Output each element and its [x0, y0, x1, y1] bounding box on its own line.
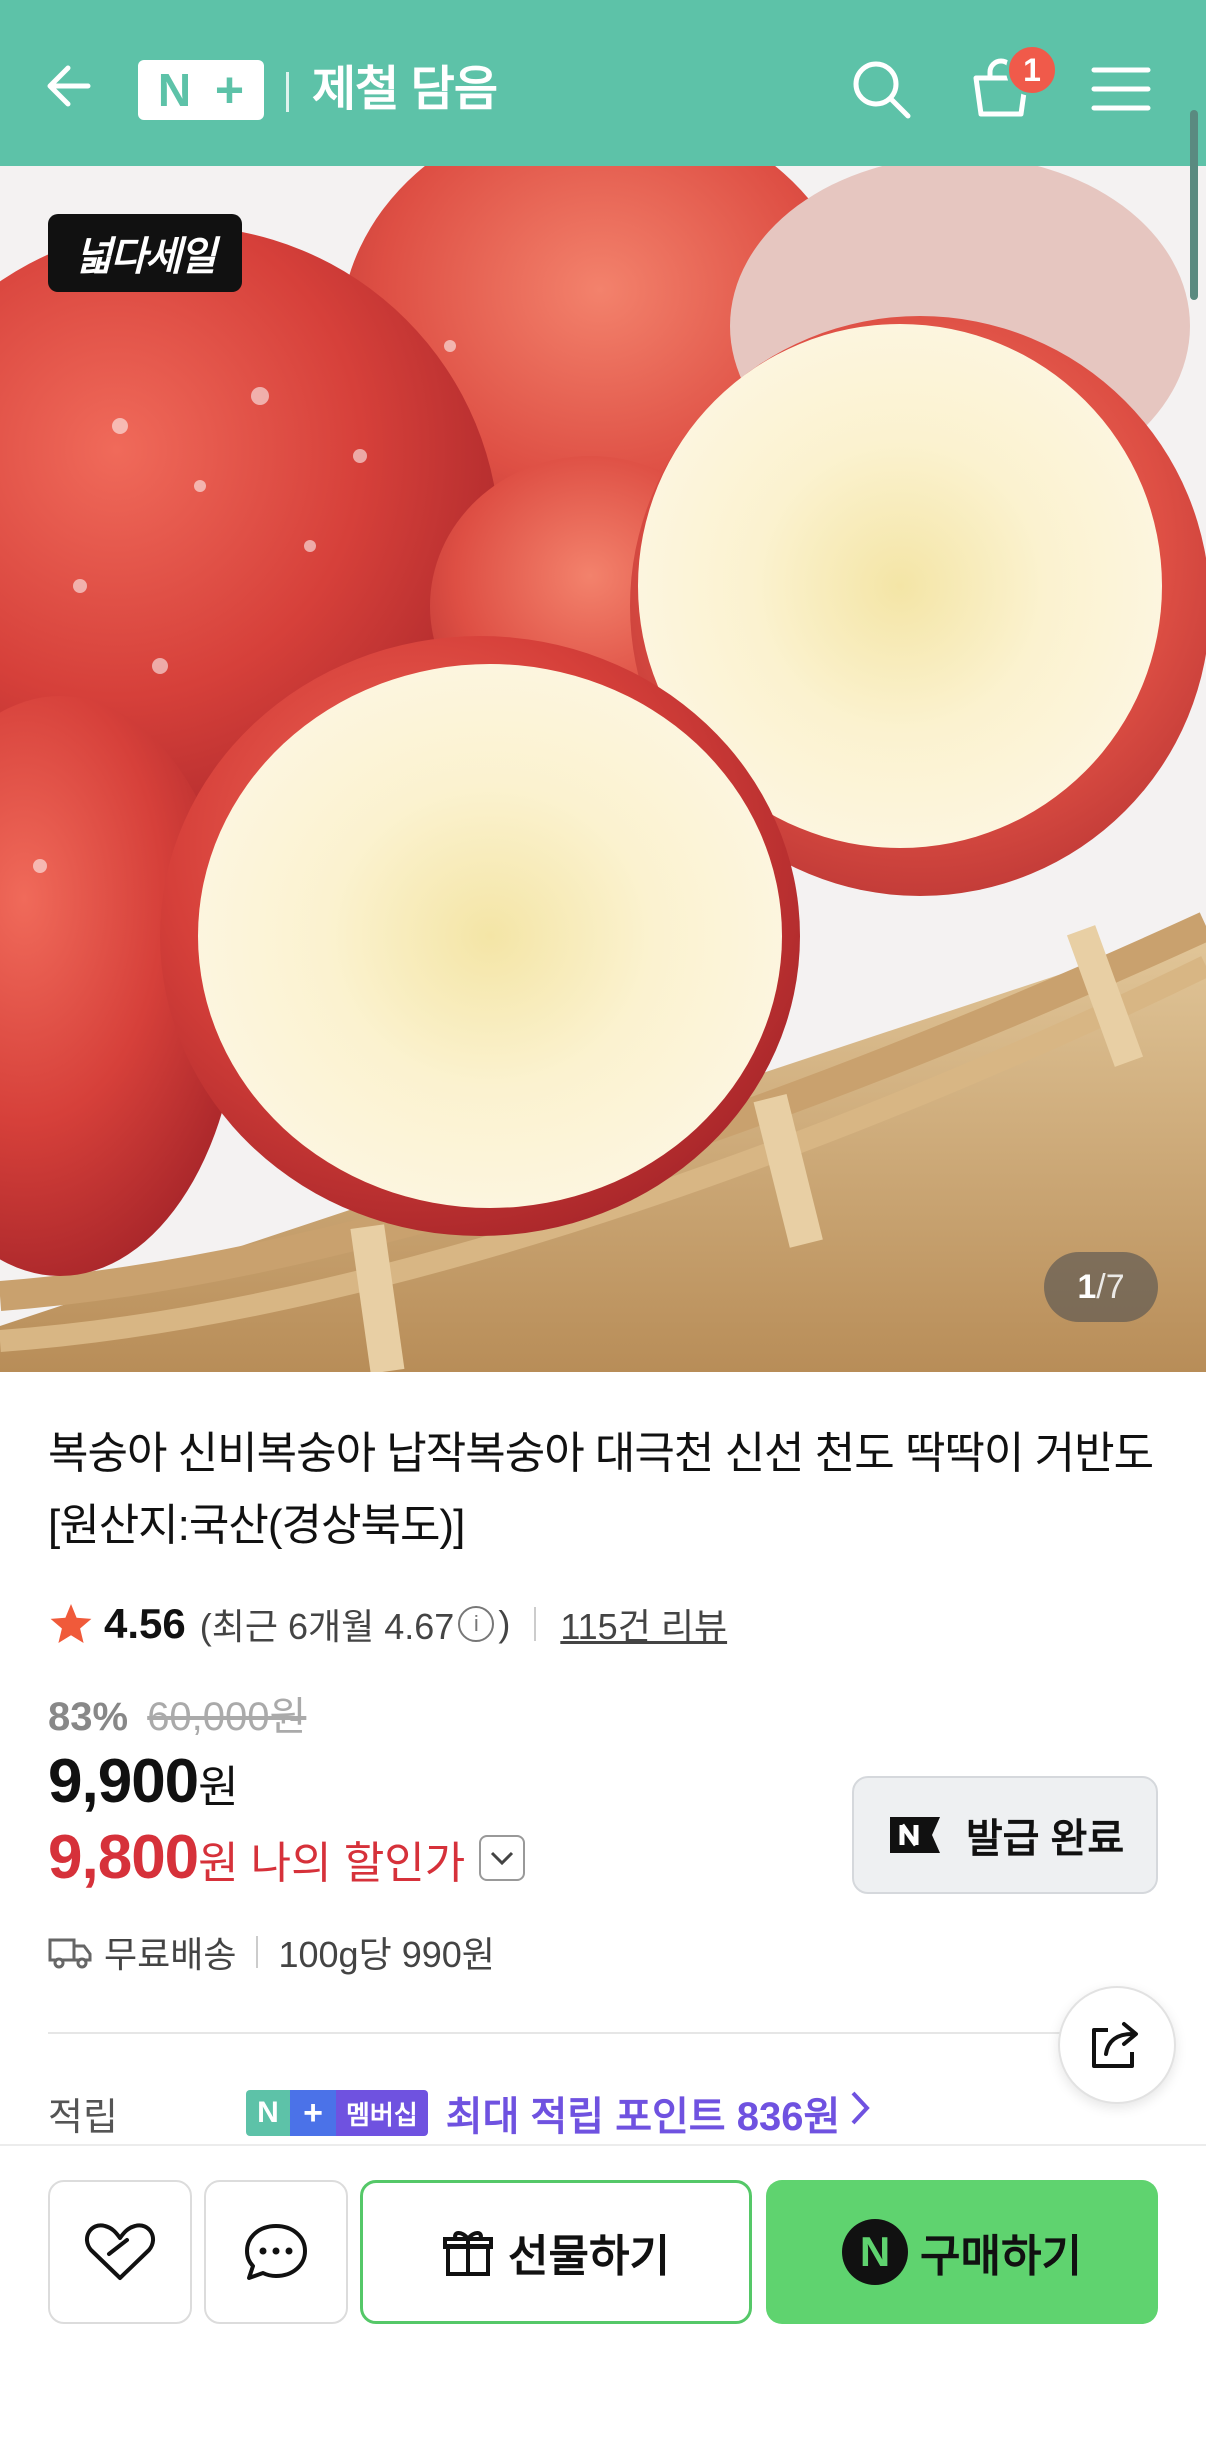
logo-plus: + — [214, 62, 245, 118]
gift-icon — [443, 2231, 494, 2276]
peach-photo — [0, 166, 1206, 1372]
points-label: 적립 — [48, 2096, 118, 2139]
gift-button[interactable]: 선물하기 — [360, 2180, 752, 2324]
my-price-label: 나의 할인가 — [250, 1839, 466, 1888]
naver-n-icon — [889, 1817, 940, 1853]
chat-bubble-icon — [245, 2224, 307, 2280]
price-row: 9,900원 — [48, 1746, 239, 1817]
shipping-divider — [256, 1936, 259, 1968]
membership-plus: + — [290, 2090, 336, 2136]
membership-badge: N + 멤버십 — [246, 2090, 428, 2136]
sale-price-unit: 원 — [198, 1763, 239, 1812]
buy-button[interactable]: N 구매하기 — [766, 2180, 1158, 2324]
section-divider — [48, 2032, 1110, 2034]
rating-divider — [534, 1607, 537, 1641]
truck-icon — [48, 1938, 92, 1969]
menu-icon[interactable] — [1090, 64, 1152, 114]
max-points-text: 최대 적립 포인트 836원 — [445, 2095, 841, 2139]
search-icon[interactable] — [848, 56, 914, 122]
membership-n: N — [246, 2090, 290, 2136]
recent-rating-close: ) — [498, 1603, 511, 1644]
bottom-action-bar: 선물하기 N 구매하기 — [0, 2144, 1206, 2452]
product-title: 복숭아 신비복숭아 납작복숭아 대극천 신선 천도 딱딱이 거반도 [원산지:국… — [48, 1429, 1154, 1550]
header-divider — [286, 72, 289, 112]
sale-price: 9,900 — [48, 1747, 199, 1816]
my-price-row: 9,800 원 나의 할인가 — [48, 1822, 526, 1893]
nplus-logo[interactable]: N + — [138, 60, 264, 120]
product-image[interactable] — [0, 166, 1206, 1372]
my-price-unit: 원 — [198, 1839, 239, 1888]
chevron-right-icon — [850, 2090, 870, 2136]
recent-rating: (최근 6개월 4.67 — [199, 1606, 455, 1647]
store-name[interactable]: 제철 담음 — [312, 54, 498, 126]
star-icon — [50, 1604, 92, 1643]
rating-value: 4.56 — [104, 1600, 186, 1647]
sale-badge: 넓다세일 — [48, 214, 242, 292]
info-icon[interactable]: i — [458, 1606, 495, 1642]
wishlist-button[interactable] — [48, 2180, 192, 2324]
talk-button[interactable] — [204, 2180, 348, 2324]
back-arrow-icon[interactable] — [40, 56, 100, 116]
review-count-link[interactable]: 115건 리뷰 — [560, 1598, 727, 1650]
cart-count-badge: 1 — [1006, 44, 1058, 96]
rating-row: 4.56 (최근 6개월 4.67 i ) 115건 리뷰 — [48, 1588, 727, 1660]
npay-icon: N — [842, 2219, 909, 2285]
image-counter-total: /7 — [1096, 1267, 1125, 1306]
image-counter-current: 1 — [1077, 1267, 1097, 1306]
chevron-down-icon[interactable] — [479, 1834, 526, 1881]
page-scrollbar[interactable] — [1190, 110, 1198, 300]
top-header: N + 제철 담음 1 — [0, 0, 1206, 166]
logo-n: N — [157, 64, 192, 116]
heart-check-icon — [85, 2223, 155, 2280]
discount-row: 83% 60,000원 — [48, 1684, 306, 1742]
my-discount-price: 9,800 — [48, 1823, 199, 1892]
coupon-label: 발급 완료 — [965, 1817, 1125, 1861]
points-row[interactable]: 적립 N + 멤버십 최대 적립 포인트 836원 — [48, 2082, 870, 2144]
discount-percent: 83% — [48, 1695, 129, 1739]
membership-text: 멤버십 — [336, 2090, 428, 2136]
unit-price: 100g당 990원 — [278, 1934, 495, 1975]
free-shipping: 무료배송 — [104, 1934, 237, 1975]
image-counter: 1/7 — [1044, 1252, 1158, 1322]
original-price: 60,000원 — [147, 1695, 307, 1739]
gift-label: 선물하기 — [508, 2232, 670, 2281]
share-button[interactable] — [1058, 1986, 1176, 2104]
share-icon — [1092, 2022, 1138, 2068]
coupon-issued-button[interactable]: 발급 완료 — [852, 1776, 1158, 1894]
shipping-row: 무료배송 100g당 990원 — [48, 1922, 495, 1982]
buy-label: 구매하기 — [920, 2232, 1082, 2281]
